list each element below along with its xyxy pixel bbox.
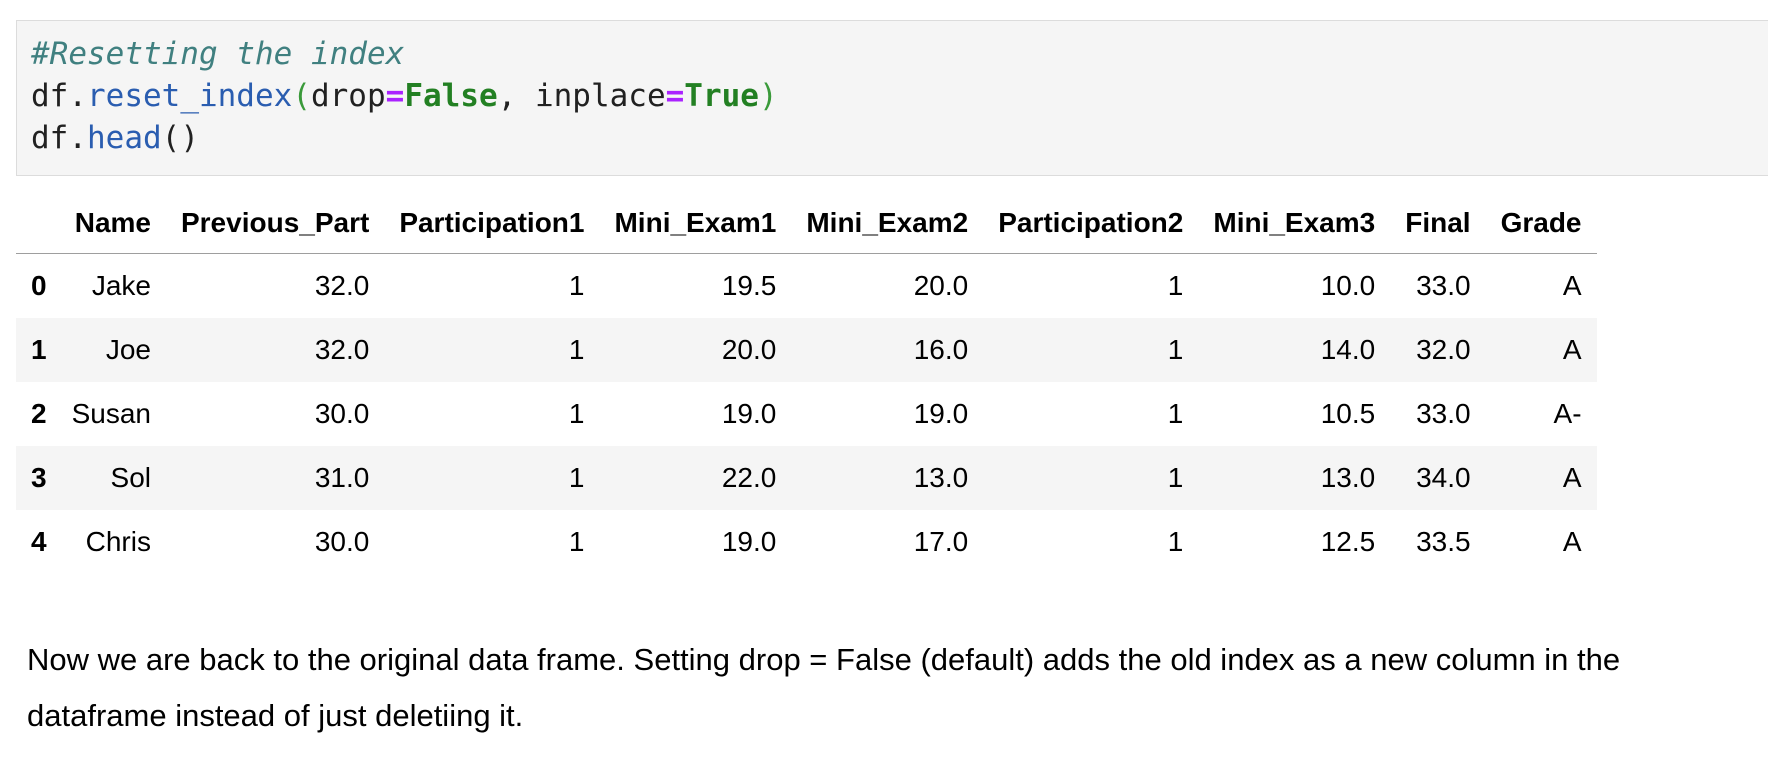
code-keyword: False (404, 78, 498, 114)
table-cell: 1 (568, 270, 585, 301)
column-header: Mini_Exam3 (1198, 192, 1391, 254)
code-arg-name: drop (310, 78, 386, 114)
markdown-text: Now we are back to the original data fra… (27, 642, 1621, 733)
code-object: df. (31, 120, 87, 156)
code-method: reset_index (87, 78, 293, 114)
table-cell: 30.0 (314, 398, 370, 429)
code-object: df. (31, 78, 87, 114)
dataframe-table: Name Previous_Part Participation1 Mini_E… (16, 192, 1597, 574)
table-cell: 1 (1167, 526, 1184, 557)
table-row: 1 Joe 32.0 1 20.0 16.0 1 14.0 32.0 A (16, 318, 1597, 382)
table-cell: 33.0 (1416, 270, 1471, 301)
table-cell: Joe (105, 334, 151, 365)
table-cell: A (1562, 526, 1582, 557)
table-cell: Susan (71, 398, 151, 429)
column-header: Final (1390, 192, 1486, 254)
table-row: 0 Jake 32.0 1 19.5 20.0 1 10.0 33.0 A (16, 254, 1597, 319)
table-cell: 33.0 (1416, 398, 1471, 429)
table-cell: 1 (1167, 270, 1184, 301)
table-cell: 19.0 (913, 398, 969, 429)
table-cell: Jake (91, 270, 151, 301)
table-cell: 1 (568, 526, 585, 557)
table-cell: A (1562, 270, 1582, 301)
code-separator: , (497, 78, 535, 114)
cell-output: Name Previous_Part Participation1 Mini_E… (16, 192, 1597, 574)
table-cell: 13.0 (913, 462, 969, 493)
table-cell: 32.0 (314, 334, 370, 365)
table-cell: 13.0 (1320, 462, 1376, 493)
header-row: Name Previous_Part Participation1 Mini_E… (16, 192, 1597, 254)
table-cell: 1 (1167, 398, 1184, 429)
table-cell: 20.0 (721, 334, 777, 365)
table-cell: 1 (568, 462, 585, 493)
table-cell: 10.5 (1320, 398, 1376, 429)
column-header: Name (56, 192, 166, 254)
table-cell: 16.0 (913, 334, 969, 365)
table-cell: Chris (85, 526, 151, 557)
table-header: Name Previous_Part Participation1 Mini_E… (16, 192, 1597, 254)
table-cell: Sol (110, 462, 151, 493)
row-index: 3 (31, 462, 47, 493)
column-header: Participation2 (983, 192, 1199, 254)
table-cell: A- (1553, 398, 1582, 429)
table-row: 3 Sol 31.0 1 22.0 13.0 1 13.0 34.0 A (16, 446, 1597, 510)
code-cell[interactable]: #Resetting the index df.reset_index(drop… (16, 20, 1768, 176)
table-cell: 17.0 (913, 526, 969, 557)
table-cell: 32.0 (314, 270, 370, 301)
table-cell: 1 (1167, 334, 1184, 365)
code-operator: = (665, 78, 685, 114)
row-index: 4 (31, 526, 47, 557)
code-arg-name: inplace (534, 78, 666, 114)
table-cell: 31.0 (314, 462, 370, 493)
code-method: head (87, 120, 162, 156)
table-cell: 32.0 (1416, 334, 1471, 365)
table-body: 0 Jake 32.0 1 19.5 20.0 1 10.0 33.0 A 1 … (16, 254, 1597, 575)
table-cell: A (1562, 334, 1582, 365)
row-index: 2 (31, 398, 47, 429)
table-cell: 20.0 (913, 270, 969, 301)
table-cell: 1 (568, 398, 585, 429)
table-cell: 34.0 (1416, 462, 1471, 493)
table-cell: 12.5 (1320, 526, 1376, 557)
column-header: Previous_Part (165, 192, 385, 254)
table-cell: 10.0 (1320, 270, 1376, 301)
row-index: 1 (31, 334, 47, 365)
table-cell: 14.0 (1320, 334, 1376, 365)
code-operator: = (385, 78, 405, 114)
index-header (16, 192, 57, 254)
column-header: Grade (1485, 192, 1597, 254)
table-cell: 19.5 (721, 270, 777, 301)
table-cell: 19.0 (721, 398, 777, 429)
table-cell: 22.0 (721, 462, 777, 493)
code-paren: ) (758, 78, 778, 114)
code-editor[interactable]: #Resetting the index df.reset_index(drop… (31, 33, 778, 159)
column-header: Mini_Exam1 (599, 192, 792, 254)
column-header: Mini_Exam2 (791, 192, 984, 254)
table-cell: 30.0 (314, 526, 370, 557)
table-row: 4 Chris 30.0 1 19.0 17.0 1 12.5 33.5 A (16, 510, 1597, 574)
row-index: 0 (31, 270, 47, 301)
table-cell: 1 (568, 334, 585, 365)
table-cell: 33.5 (1416, 526, 1471, 557)
code-paren: () (161, 120, 199, 156)
code-keyword: True (684, 78, 759, 114)
table-row: 2 Susan 30.0 1 19.0 19.0 1 10.5 33.0 A- (16, 382, 1597, 446)
table-cell: A (1562, 462, 1582, 493)
code-paren: ( (292, 78, 311, 114)
column-header: Participation1 (384, 192, 600, 254)
table-cell: 1 (1167, 462, 1184, 493)
table-cell: 19.0 (721, 526, 777, 557)
code-comment: #Resetting the index (31, 36, 405, 72)
